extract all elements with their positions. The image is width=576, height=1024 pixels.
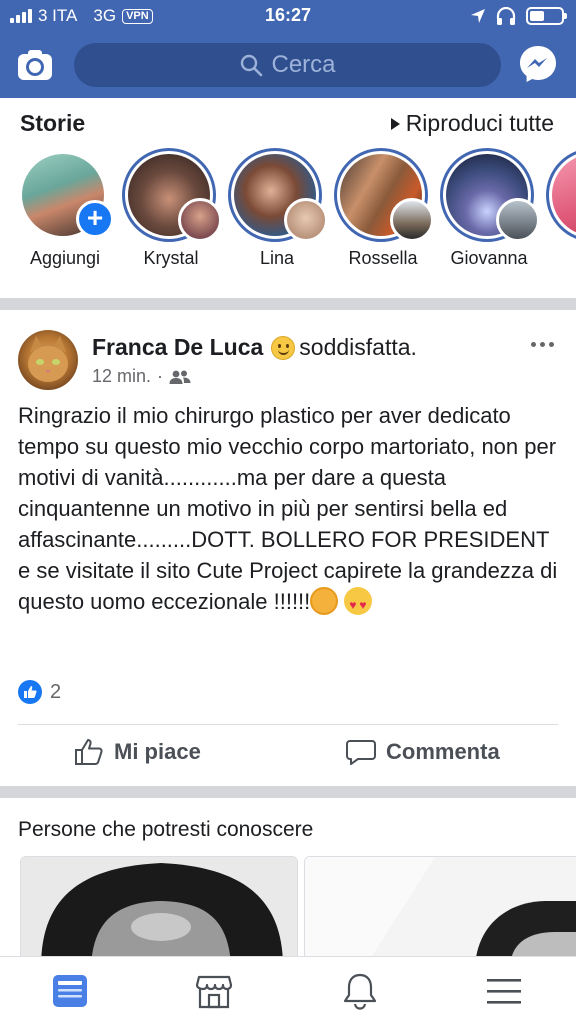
play-all-button[interactable]: Riproduci tutte (390, 110, 554, 137)
location-icon (471, 9, 485, 23)
post-actions: Mi piace Commenta (0, 730, 576, 784)
headphones-icon (496, 7, 516, 25)
smiley-icon (271, 335, 296, 360)
friends-icon (169, 370, 191, 384)
story-name: Aggiungi (29, 248, 101, 268)
play-icon (390, 117, 400, 130)
story-item[interactable]: S (540, 146, 576, 276)
story-name: Krystal (143, 248, 199, 268)
post-body: Ringrazio il mio chirurgo plastico per a… (18, 403, 558, 614)
comment-label: Commenta (386, 739, 500, 764)
story-add[interactable]: + Aggiungi (10, 146, 120, 276)
story-name: Rossella (348, 248, 418, 268)
search-icon (241, 54, 263, 77)
reactions-summary[interactable]: 2 (18, 680, 61, 704)
more-options-icon[interactable] (531, 342, 554, 347)
cat-photo (28, 336, 68, 382)
marketplace-icon[interactable] (194, 971, 234, 1011)
like-label: Mi piace (114, 739, 201, 764)
likes-count: 2 (50, 680, 62, 703)
post-time[interactable]: 12 min. (92, 366, 151, 387)
stories-row: + Aggiungi Krystal Lina Rossella Giovann… (0, 146, 576, 286)
top-bar: 3 ITA 3G VPN 16:27 Cerca (0, 0, 576, 98)
story-thumbnail (496, 198, 540, 242)
author-name[interactable]: Franca De Luca (92, 334, 263, 361)
story-name: S (534, 248, 576, 269)
notifications-icon[interactable] (340, 971, 380, 1011)
story-item[interactable]: Lina (222, 146, 332, 276)
story-item[interactable]: Rossella (328, 146, 438, 276)
person-card[interactable] (304, 856, 576, 966)
story-thumbnail (178, 198, 222, 242)
story-name: Lina (259, 248, 295, 268)
story-name: Giovanna (450, 248, 528, 268)
thumbs-up-icon (75, 739, 103, 765)
post-divider (18, 724, 558, 725)
play-all-label: Riproduci tutte (405, 110, 554, 136)
status-bar: 3 ITA 3G VPN 16:27 (0, 0, 576, 32)
post-header: Franca De Luca soddisfatta. (92, 334, 417, 361)
feed-post: Franca De Luca soddisfatta. 12 min. · Ri… (0, 312, 576, 786)
story-item[interactable]: Krystal (116, 146, 226, 276)
author-avatar[interactable] (18, 330, 78, 390)
story-thumbnail (390, 198, 434, 242)
like-badge-icon (18, 680, 42, 704)
add-story-icon[interactable]: + (76, 200, 114, 238)
story-avatar (552, 154, 576, 236)
pymk-title: Persone che potresti conoscere (18, 818, 314, 841)
person-photo (305, 857, 576, 965)
news-feed-icon[interactable] (50, 971, 90, 1011)
stories-title: Storie (20, 110, 86, 136)
person-card[interactable] (20, 856, 298, 966)
section-divider (0, 786, 576, 798)
comment-button[interactable]: Commenta (346, 738, 500, 766)
people-you-may-know: Persone che potresti conoscere (0, 798, 576, 966)
angel-emoji-icon (310, 587, 339, 615)
post-text: Ringrazio il mio chirurgo plastico per a… (18, 400, 563, 621)
stories-header: Storie Riproduci tutte (0, 98, 576, 148)
heart-eyes-emoji-icon (344, 587, 373, 621)
story-item[interactable]: Giovanna (434, 146, 544, 276)
story-thumbnail (284, 198, 328, 242)
comment-icon (346, 740, 376, 765)
bottom-navigation (0, 956, 576, 1024)
post-meta: 12 min. · (92, 366, 191, 387)
feeling-label: soddisfatta. (299, 334, 417, 360)
section-divider (0, 298, 576, 310)
person-photo (21, 857, 297, 965)
battery-icon (526, 7, 567, 25)
menu-icon[interactable] (484, 971, 524, 1011)
messenger-icon[interactable] (518, 44, 558, 84)
search-input[interactable]: Cerca (74, 43, 501, 87)
camera-icon[interactable] (16, 46, 54, 84)
like-button[interactable]: Mi piace (74, 738, 201, 766)
search-placeholder: Cerca (271, 51, 336, 78)
